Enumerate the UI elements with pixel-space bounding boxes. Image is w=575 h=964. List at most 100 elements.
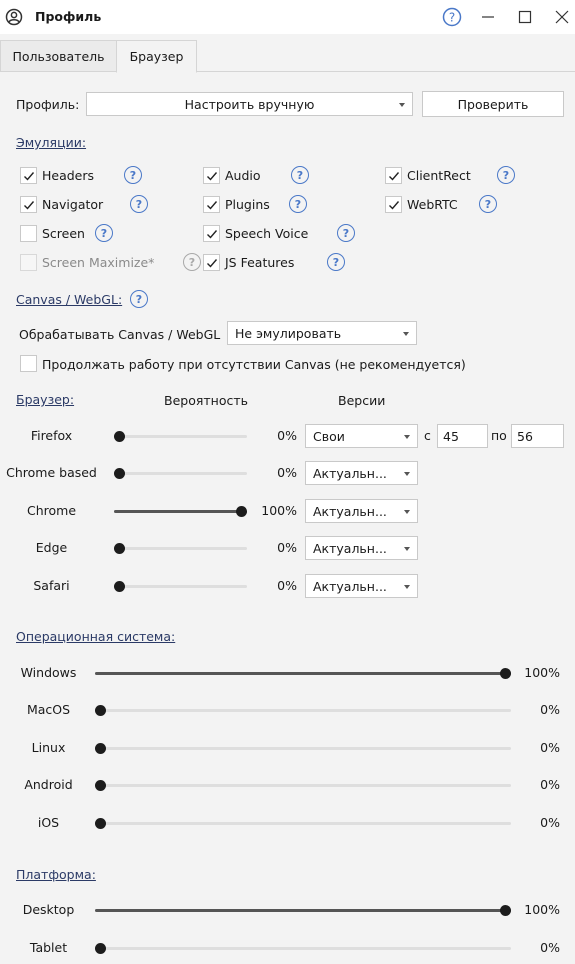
emulation-checkbox-navigator[interactable] [20,196,37,213]
emulation-checkbox-js-features[interactable] [203,254,220,271]
emulation-checkbox-screen-maximize [20,254,37,271]
chevron-down-icon [404,435,410,439]
chevron-down-icon [404,585,410,589]
profile-label: Профиль: [16,97,80,112]
help-icon[interactable]: ? [291,166,309,184]
emulation-label-plugins: Plugins [225,197,270,212]
browser-slider-firefox-thumb[interactable] [114,431,125,442]
minimize-icon[interactable] [477,6,499,28]
os-name-linux: Linux [31,740,66,755]
os-slider-linux-thumb[interactable] [95,743,106,754]
canvas-help-icon[interactable]: ? [130,290,148,308]
os-slider-ios-thumb[interactable] [95,818,106,829]
browser-percent-safari: 0% [277,578,297,593]
emulation-checkbox-audio[interactable] [203,167,220,184]
browser-slider-chrome-track[interactable] [114,506,247,517]
os-slider-macos-thumb[interactable] [95,705,106,716]
browser-version-select-chrome[interactable]: Актуальн... [305,499,418,523]
chevron-down-icon [403,332,409,336]
help-icon[interactable]: ? [95,224,113,242]
emulation-checkbox-clientrect[interactable] [385,167,402,184]
version-to-label: по [491,428,507,443]
browser-slider-firefox-track[interactable] [114,431,247,442]
help-icon[interactable]: ? [441,6,463,28]
os-slider-linux-track[interactable] [95,743,511,754]
chevron-down-icon [404,472,410,476]
emulation-checkbox-screen[interactable] [20,225,37,242]
help-icon: ? [183,253,201,271]
version-from-label: с [424,428,431,443]
browser-section-title: Браузер: [16,392,75,407]
check-button[interactable]: Проверить [422,91,564,117]
browser-version-select-safari[interactable]: Актуальн... [305,574,418,598]
os-section-title: Операционная система: [16,629,176,644]
browser-slider-edge-track[interactable] [114,543,247,554]
help-icon[interactable]: ? [130,195,148,213]
platform-slider-desktop-thumb[interactable] [500,905,511,916]
window-title: Профиль [35,9,102,24]
os-slider-windows-track[interactable] [95,668,511,679]
help-icon[interactable]: ? [289,195,307,213]
version-to-input[interactable]: 56 [511,424,564,448]
close-icon[interactable] [551,6,573,28]
emulation-label-clientrect: ClientRect [407,168,471,183]
os-slider-android-track[interactable] [95,780,511,791]
chevron-down-icon [404,510,410,514]
browser-slider-edge-thumb[interactable] [114,543,125,554]
os-slider-macos-track[interactable] [95,705,511,716]
os-slider-windows-fill [95,672,511,675]
os-name-android: Android [24,777,73,792]
browser-version-value: Актуальн... [313,503,387,519]
emulation-checkbox-plugins[interactable] [203,196,220,213]
os-slider-ios-track[interactable] [95,818,511,829]
probability-header: Вероятность [164,393,248,408]
profile-select[interactable]: Настроить вручную [86,92,413,116]
emulation-checkbox-speech-voice[interactable] [203,225,220,242]
help-icon[interactable]: ? [497,166,515,184]
canvas-process-select[interactable]: Не эмулировать [227,321,417,345]
browser-version-select-chrome-based[interactable]: Актуальн... [305,461,418,485]
os-name-macos: MacOS [26,702,71,717]
platform-slider-tablet-track[interactable] [95,943,511,954]
browser-percent-chrome: 100% [261,503,297,518]
browser-slider-chrome-thumb[interactable] [236,506,247,517]
canvas-continue-checkbox[interactable] [20,355,37,372]
emulation-label-speech-voice: Speech Voice [225,226,309,241]
platform-slider-desktop-track[interactable] [95,905,511,916]
platform-name-desktop: Desktop [22,902,75,917]
emulation-label-headers: Headers [42,168,95,183]
versions-header: Версии [338,393,386,408]
browser-slider-chrome-fill [114,510,247,513]
chevron-down-icon [399,103,405,107]
browser-name-firefox: Firefox [30,428,73,443]
chevron-down-icon [404,547,410,551]
browser-slider-chrome-based-thumb[interactable] [114,468,125,479]
browser-version-select-edge[interactable]: Актуальн... [305,536,418,560]
os-slider-android-thumb[interactable] [95,780,106,791]
version-from-input[interactable]: 45 [437,424,488,448]
platform-section-title: Платформа: [16,867,96,882]
tab-user[interactable]: Пользователь [0,40,117,72]
browser-slider-safari-track[interactable] [114,581,247,592]
help-icon[interactable]: ? [327,253,345,271]
browser-slider-chrome-based-track[interactable] [114,468,247,479]
os-slider-windows-thumb[interactable] [500,668,511,679]
tab-browser[interactable]: Браузер [116,40,197,73]
help-icon[interactable]: ? [337,224,355,242]
maximize-icon[interactable] [514,6,536,28]
help-icon[interactable]: ? [124,166,142,184]
browser-percent-chrome-based: 0% [277,465,297,480]
browser-version-select-firefox[interactable]: Свои [305,424,418,448]
browser-slider-safari-thumb[interactable] [114,581,125,592]
emulation-checkbox-webrtc[interactable] [385,196,402,213]
help-icon[interactable]: ? [479,195,497,213]
emulation-checkbox-headers[interactable] [20,167,37,184]
browser-version-value: Актуальн... [313,465,387,481]
os-percent-windows: 100% [524,665,560,680]
emulation-section-title: Эмуляции: [16,135,87,150]
browser-version-value: Свои [313,428,345,444]
browser-name-chrome: Chrome [26,503,77,518]
platform-slider-tablet-thumb[interactable] [95,943,106,954]
browser-version-value: Актуальн... [313,540,387,556]
emulation-label-audio: Audio [225,168,261,183]
